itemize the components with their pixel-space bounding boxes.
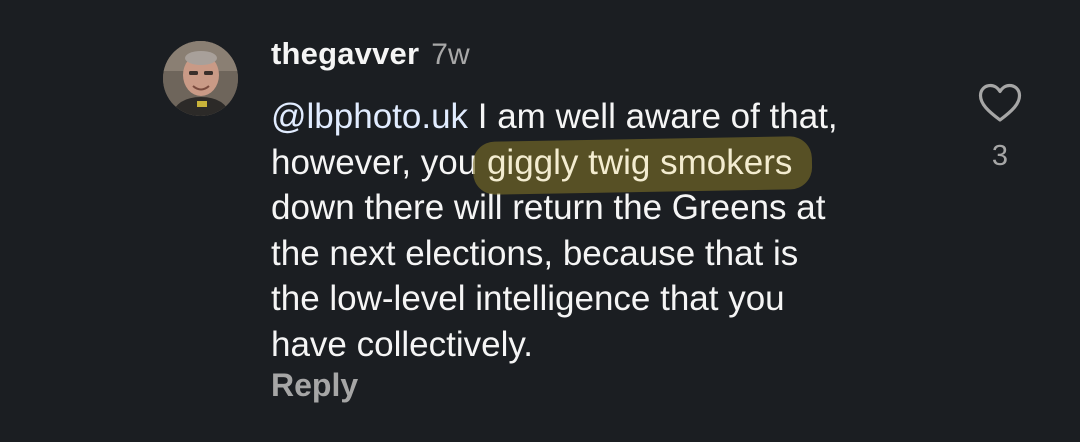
comment-line-6: have collectively. <box>271 324 533 364</box>
comment-item: thegavver 7w @lbphoto.uk I am well aware… <box>0 0 1080 442</box>
comment-text-segment: I am well aware of that, <box>468 97 838 136</box>
avatar-photo <box>163 41 238 116</box>
comment-text: @lbphoto.uk I am well aware of that, how… <box>271 94 951 367</box>
username[interactable]: thegavver <box>271 36 419 72</box>
comment-header: thegavver 7w <box>271 36 470 76</box>
mention-link[interactable]: @lbphoto.uk <box>271 97 468 136</box>
comment-line-5: the low-level intelligence that you <box>271 279 785 318</box>
reply-button[interactable]: Reply <box>271 367 358 404</box>
comment-line-1: @lbphoto.uk I am well aware of that, <box>271 94 951 140</box>
like-group: 3 <box>968 76 1032 176</box>
highlighted-phrase: giggly twig smokers <box>472 135 813 195</box>
heart-outline-icon[interactable] <box>977 82 1023 124</box>
avatar[interactable] <box>163 41 238 116</box>
comment-text-segment: however, you <box>271 142 487 182</box>
timestamp: 7w <box>431 38 470 71</box>
like-count: 3 <box>991 140 1009 172</box>
highlighted-text: giggly twig smokers <box>486 142 793 182</box>
comment-line-2: however, you giggly twig smokers <box>271 135 951 195</box>
comment-line-4: the next elections, because that is <box>271 233 799 273</box>
